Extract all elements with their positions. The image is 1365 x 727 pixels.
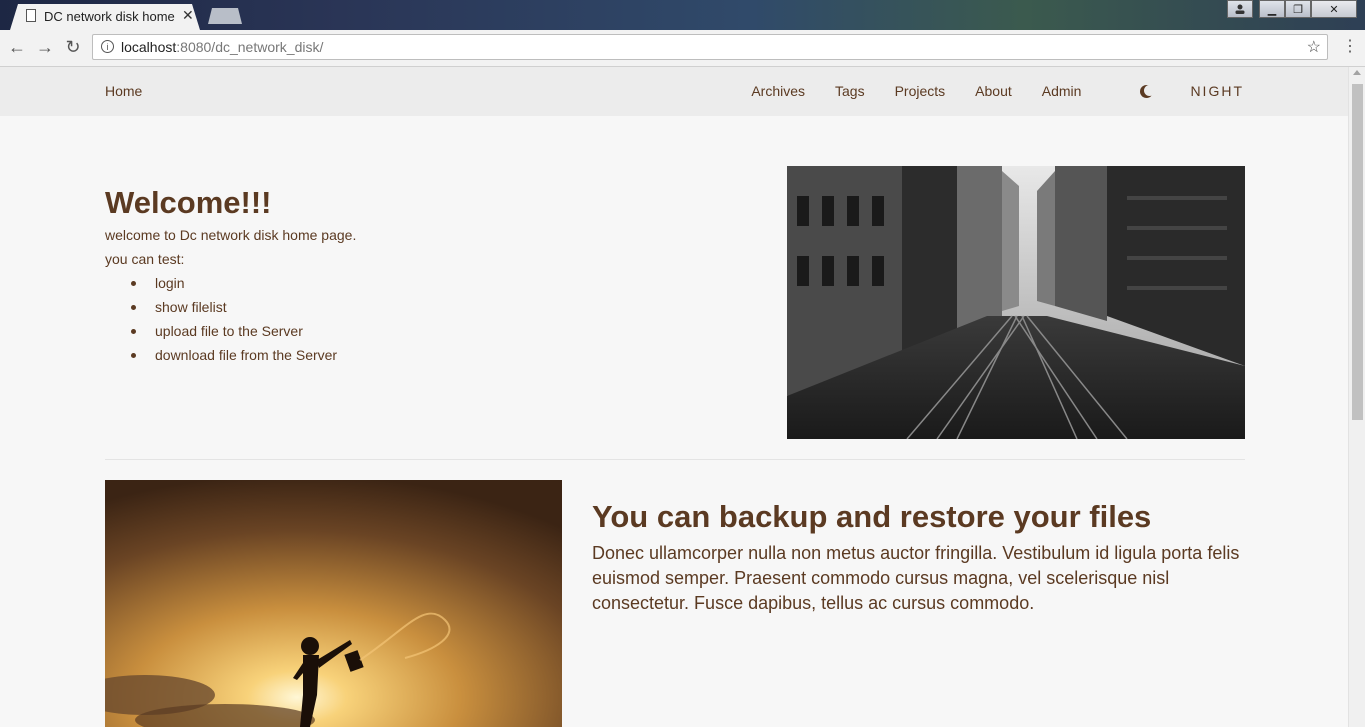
nav-projects-link[interactable]: Projects: [895, 83, 946, 99]
nav-about-link[interactable]: About: [975, 83, 1012, 99]
welcome-title: Welcome!!!: [105, 185, 272, 220]
star-icon[interactable]: ☆: [1307, 37, 1321, 57]
window-controls: ▁ ❐ ✕: [1227, 0, 1357, 18]
night-label: NIGHT: [1190, 83, 1244, 99]
list-item: upload file to the Server: [130, 319, 356, 343]
nav-archives-link[interactable]: Archives: [751, 83, 805, 99]
new-tab-button[interactable]: [208, 8, 242, 24]
info-icon[interactable]: i: [101, 40, 114, 53]
welcome-line2: you can test:: [105, 251, 185, 267]
night-mode-toggle[interactable]: NIGHT: [1111, 83, 1244, 99]
restore-button[interactable]: ❐: [1285, 0, 1311, 18]
list-item: login: [130, 271, 356, 295]
feature-title: You can backup and restore your files: [592, 499, 1152, 534]
forward-icon[interactable]: →: [34, 36, 56, 58]
city-rail-photo: [787, 166, 1245, 439]
url-text[interactable]: localhost:8080/dc_network_disk/: [121, 39, 323, 55]
page-icon: [26, 9, 36, 22]
site-navbar: Home Archives Tags Projects About Admin …: [0, 67, 1348, 116]
nav-links: Archives Tags Projects About Admin NIGHT: [721, 83, 1244, 99]
reload-icon[interactable]: ↻: [62, 36, 84, 58]
list-item: show filelist: [130, 295, 356, 319]
tab-title: DC network disk home: [44, 9, 175, 24]
browser-titlebar: DC network disk home ✕ ▁ ❐ ✕: [0, 0, 1365, 30]
close-icon[interactable]: ✕: [182, 7, 194, 24]
welcome-section: Welcome!!! welcome to Dc network disk ho…: [105, 183, 356, 367]
nav-tags-link[interactable]: Tags: [835, 83, 865, 99]
sunset-photo: [105, 480, 562, 727]
list-item: download file from the Server: [130, 343, 356, 367]
nav-admin-link[interactable]: Admin: [1042, 83, 1082, 99]
feature-list: login show filelist upload file to the S…: [105, 271, 356, 367]
browser-tab[interactable]: DC network disk home ✕: [10, 4, 200, 30]
scroll-up-icon[interactable]: [1353, 70, 1361, 75]
feature-text: Donec ullamcorper nulla non metus auctor…: [592, 543, 1240, 613]
moon-icon: [1144, 85, 1155, 96]
welcome-line1: welcome to Dc network disk home page.: [105, 227, 357, 243]
section-divider: [105, 459, 1245, 460]
backup-feature: You can backup and restore your files Do…: [592, 497, 1252, 616]
menu-icon[interactable]: ⋮: [1342, 36, 1358, 58]
scroll-thumb[interactable]: [1352, 84, 1363, 420]
page-scrollbar[interactable]: [1348, 67, 1365, 727]
window-close-button[interactable]: ✕: [1311, 0, 1357, 18]
minimize-button[interactable]: ▁: [1259, 0, 1285, 18]
user-icon[interactable]: [1227, 0, 1253, 18]
back-icon[interactable]: ←: [6, 36, 28, 58]
browser-toolbar: ← → ↻ i localhost:8080/dc_network_disk/ …: [0, 30, 1365, 67]
address-bar[interactable]: i localhost:8080/dc_network_disk/ ☆: [92, 34, 1328, 60]
nav-home-link[interactable]: Home: [105, 83, 142, 99]
